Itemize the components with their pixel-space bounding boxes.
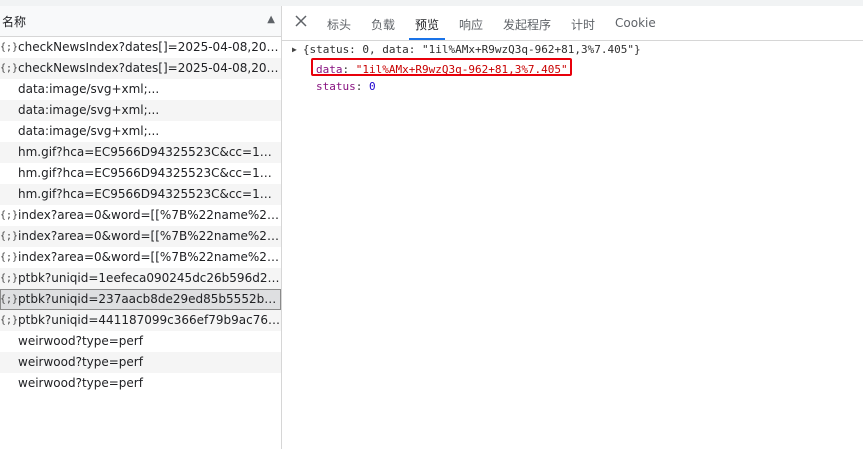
request-name: hm.gif?hca=EC9566D94325523C&cc=1&c... [18, 166, 280, 180]
request-name: ptbk?uniqid=1eefeca090245dc26b596d2a... [18, 271, 280, 285]
request-name: index?area=0&word=[[%7B%22name%22:... [18, 250, 280, 264]
request-name: checkNewsIndex?dates[]=2025-04-08,2025..… [18, 61, 280, 75]
json-file-icon: {;} [0, 252, 19, 263]
request-name: data:image/svg+xml;... [18, 103, 160, 117]
json-root-row[interactable]: ▶ {status: 0, data: "1il%AMx+R9wzQ3q-962+… [292, 43, 641, 56]
request-name: index?area=0&word=[[%7B%22name%22:... [18, 208, 280, 222]
expand-triangle-icon[interactable]: ▶ [292, 45, 297, 54]
name-column-header[interactable]: 名称 ▲ [0, 6, 281, 37]
json-data-property[interactable]: data: "1il%AMx+R9wzQ3q-962+81,3%7.405" [316, 63, 568, 76]
json-status-property[interactable]: status: 0 [316, 80, 376, 93]
tab-timing[interactable]: 计时 [571, 16, 595, 40]
tab-preview[interactable]: 预览 [408, 16, 446, 40]
sort-ascending-icon[interactable]: ▲ [267, 14, 275, 25]
close-icon[interactable] [292, 12, 310, 30]
request-row[interactable]: {;} checkNewsIndex?dates[]=2025-04-08,202… [0, 58, 281, 79]
request-name: weirwood?type=perf [18, 334, 143, 348]
request-row[interactable]: {;} index?area=0&word=[[%7B%22name%22:... [0, 247, 281, 268]
request-row[interactable]: hm.gif?hca=EC9566D94325523C&cc=1&c... [0, 163, 281, 184]
request-name: data:image/svg+xml;... [18, 124, 160, 138]
request-name: hm.gif?hca=EC9566D94325523C&cc=1&c... [18, 187, 280, 201]
json-summary: {status: 0, data: "1il%AMx+R9wzQ3q-962+8… [302, 43, 641, 56]
name-column-title: 名称 [2, 15, 27, 29]
request-name: hm.gif?hca=EC9566D94325523C&cc=1&c... [18, 145, 280, 159]
request-name: index?area=0&word=[[%7B%22name%22:... [18, 229, 280, 243]
request-row[interactable]: hm.gif?hca=EC9566D94325523C&cc=1&c... [0, 142, 281, 163]
request-row[interactable]: weirwood?type=perf [0, 373, 281, 394]
request-row[interactable]: {;} ptbk?uniqid=237aacb8de29ed85b5552b1a.… [0, 289, 281, 310]
request-row[interactable]: weirwood?type=perf [0, 331, 281, 352]
request-name: ptbk?uniqid=237aacb8de29ed85b5552b1a... [18, 292, 280, 306]
detail-tabbar: 标头 负载 预览 响应 发起程序 计时 Cookie [282, 6, 863, 41]
request-name: weirwood?type=perf [18, 376, 143, 390]
request-list-panel: 名称 ▲ {;} checkNewsIndex?dates[]=2025-04-0… [0, 6, 282, 449]
data-key: data [316, 63, 343, 76]
tab-initiator[interactable]: 发起程序 [503, 16, 551, 40]
json-file-icon: {;} [0, 315, 19, 326]
json-file-icon: {;} [0, 210, 19, 221]
status-key: status [316, 80, 356, 93]
request-row[interactable]: data:image/svg+xml;... [0, 100, 281, 121]
request-name: data:image/svg+xml;... [18, 82, 160, 96]
json-file-icon: {;} [0, 231, 19, 242]
request-row[interactable]: {;} ptbk?uniqid=441187099c366ef79b9ac766a… [0, 310, 281, 331]
json-file-icon: {;} [0, 273, 19, 284]
request-row[interactable]: {;} checkNewsIndex?dates[]=2025-04-08,202… [0, 37, 281, 58]
request-row[interactable]: data:image/svg+xml;... [0, 79, 281, 100]
request-row[interactable]: weirwood?type=perf [0, 352, 281, 373]
detail-panel: 标头 负载 预览 响应 发起程序 计时 Cookie ▶ {status: 0, … [282, 6, 863, 449]
tab-headers[interactable]: 标头 [327, 16, 351, 40]
json-file-icon: {;} [0, 63, 19, 74]
json-preview: ▶ {status: 0, data: "1il%AMx+R9wzQ3q-962+… [282, 41, 863, 449]
json-file-icon: {;} [0, 294, 19, 305]
request-row[interactable]: {;} index?area=0&word=[[%7B%22name%22:... [0, 205, 281, 226]
tab-response[interactable]: 响应 [459, 16, 483, 40]
request-row[interactable]: data:image/svg+xml;... [0, 121, 281, 142]
request-name: ptbk?uniqid=441187099c366ef79b9ac766a... [18, 313, 280, 327]
json-file-icon: {;} [0, 42, 19, 53]
tab-cookies[interactable]: Cookie [615, 16, 656, 40]
request-name: checkNewsIndex?dates[]=2025-04-08,2025..… [18, 40, 280, 54]
status-value: 0 [369, 80, 376, 93]
request-row[interactable]: {;} index?area=0&word=[[%7B%22name%22:... [0, 226, 281, 247]
tab-payload[interactable]: 负载 [371, 16, 395, 40]
request-row[interactable]: hm.gif?hca=EC9566D94325523C&cc=1&c... [0, 184, 281, 205]
request-rows: {;} checkNewsIndex?dates[]=2025-04-08,202… [0, 37, 281, 394]
data-value: "1il%AMx+R9wzQ3q-962+81,3%7.405" [355, 63, 568, 76]
request-row[interactable]: {;} ptbk?uniqid=1eefeca090245dc26b596d2a.… [0, 268, 281, 289]
request-name: weirwood?type=perf [18, 355, 143, 369]
